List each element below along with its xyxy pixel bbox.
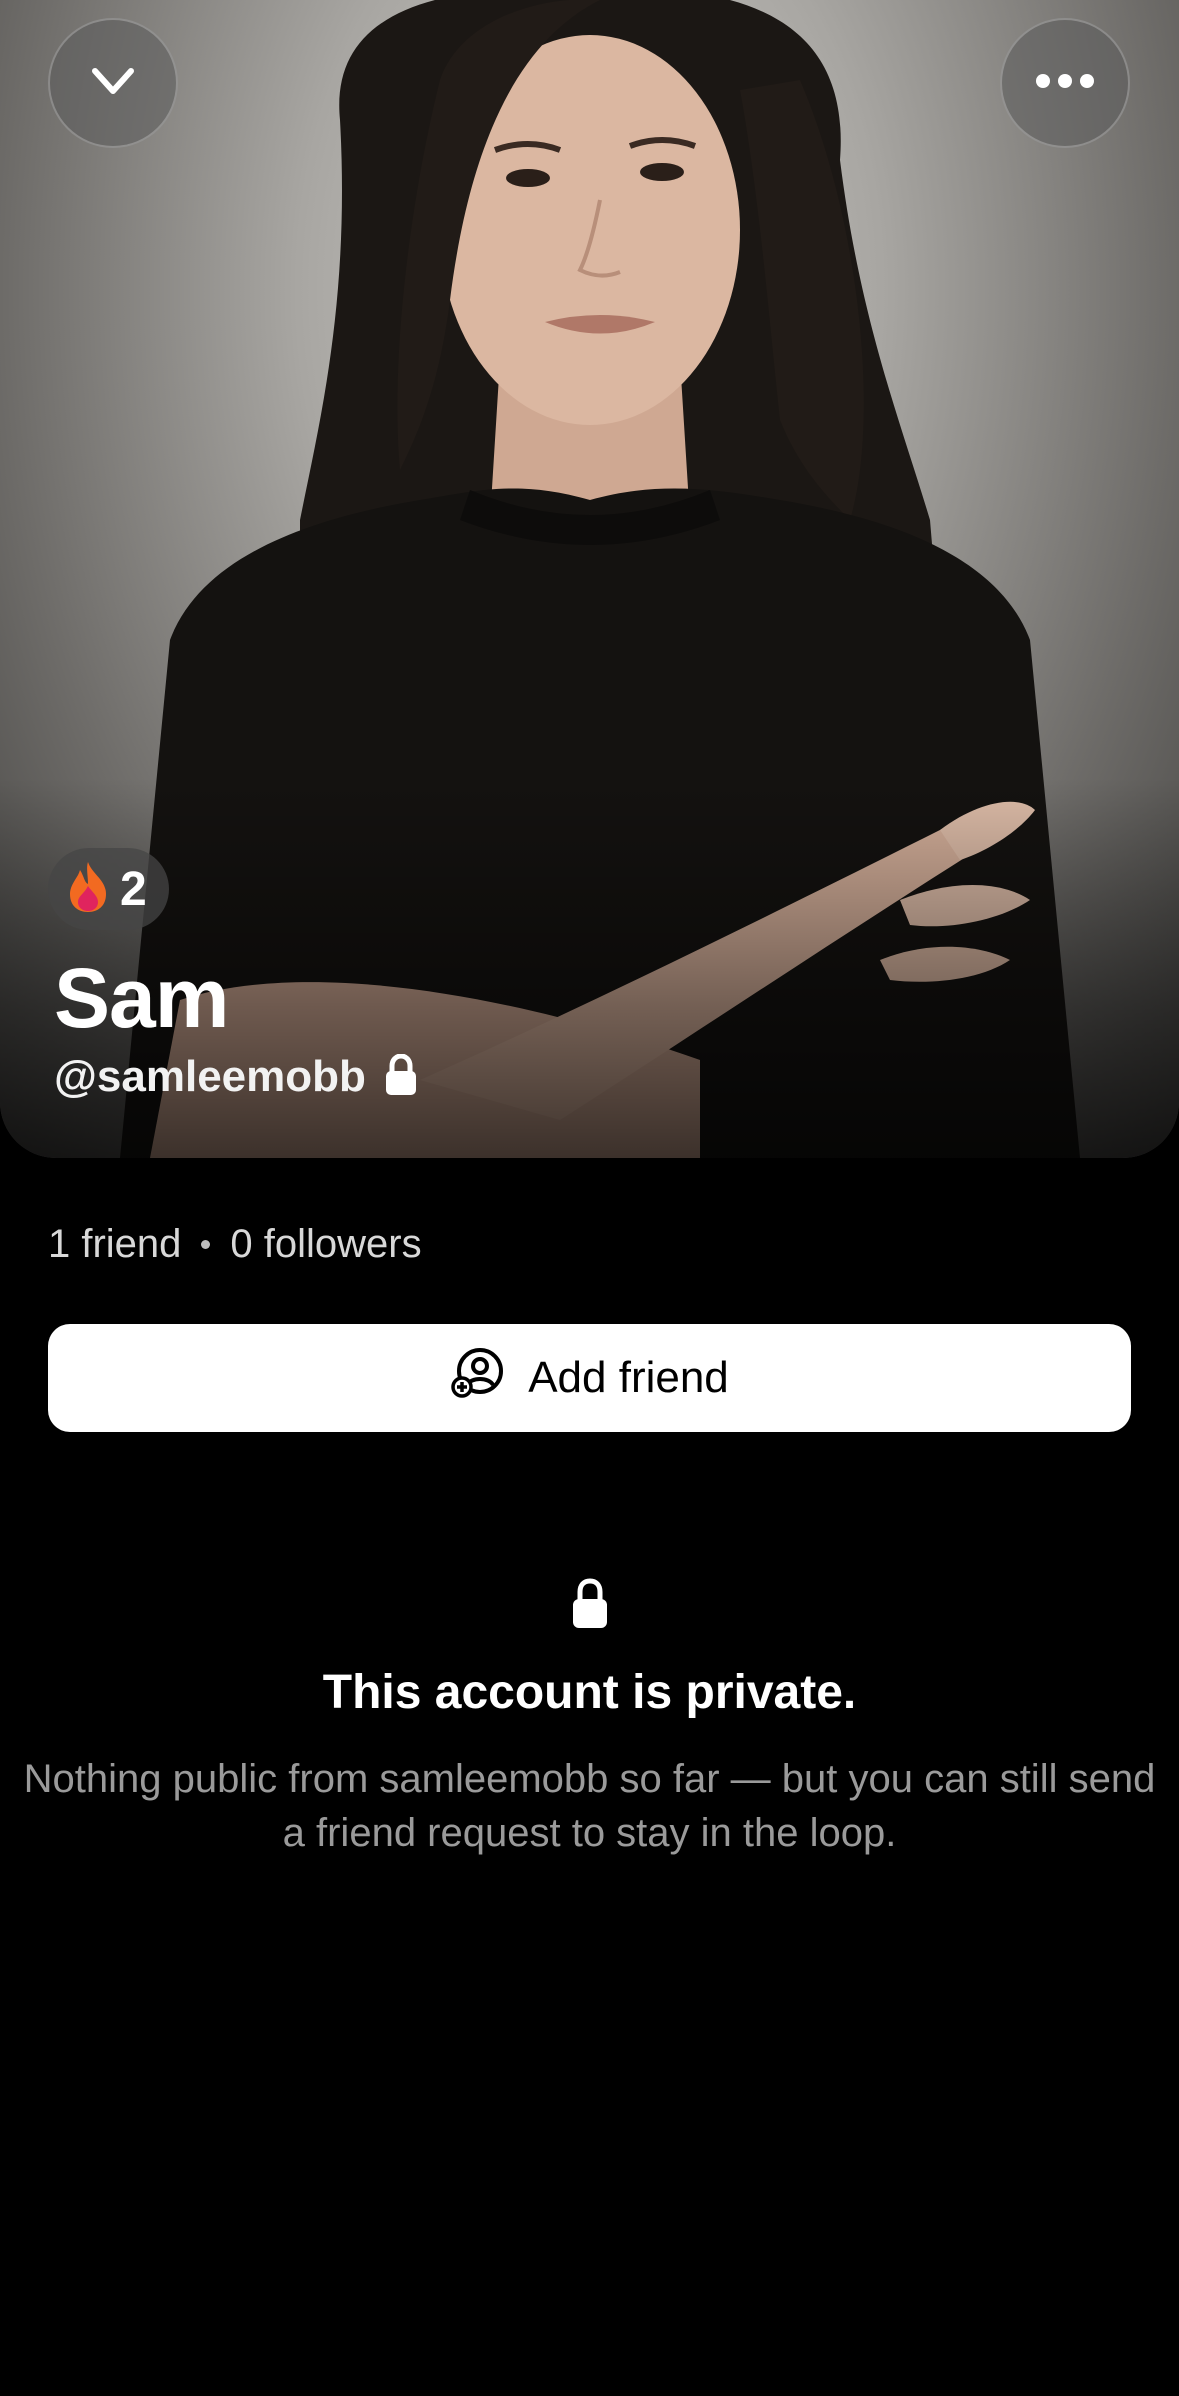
profile-name: Sam [54, 951, 229, 1045]
lock-icon [384, 1052, 418, 1101]
add-friend-label: Add friend [528, 1353, 729, 1402]
streak-count: 2 [120, 862, 147, 916]
followers-count[interactable]: 0 followers [230, 1222, 421, 1267]
friends-count[interactable]: 1 friend [48, 1222, 181, 1267]
streak-badge: 2 [48, 848, 169, 930]
fire-icon [66, 860, 110, 919]
private-account-description: Nothing public from samleemobb so far — … [23, 1757, 1156, 1855]
more-options-button[interactable] [1000, 18, 1130, 148]
profile-handle: @samleemobb [54, 1052, 366, 1101]
profile-stats: 1 friend 0 followers [48, 1222, 422, 1267]
more-horizontal-icon [1033, 71, 1097, 96]
back-button[interactable] [48, 18, 178, 148]
add-friend-button[interactable]: Add friend [48, 1324, 1131, 1432]
chevron-down-icon [83, 51, 143, 116]
private-lock-icon [570, 1578, 610, 1635]
separator-dot [201, 1240, 211, 1249]
private-account-title: This account is private. [322, 1666, 857, 1719]
handle-row: @samleemobb [54, 1052, 418, 1102]
add-user-icon [450, 1347, 506, 1410]
